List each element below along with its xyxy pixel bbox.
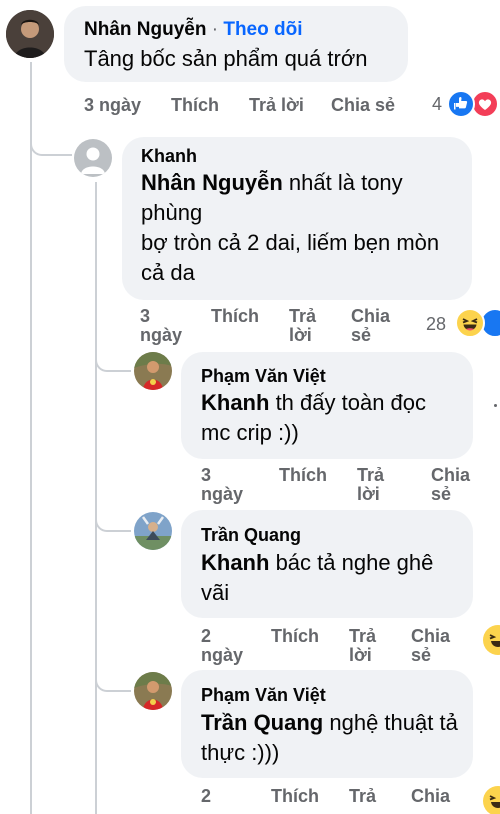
share-button[interactable]: Chia sẻ [351,307,390,345]
comment-bubble[interactable]: Phạm Văn Việt Trần Quang nghệ thuật tả t… [181,670,473,778]
comment-time[interactable]: 2 [201,787,211,805]
thread-line-replies [95,182,97,814]
reaction-count[interactable]: 28 [426,314,446,335]
comment-text: Trần Quang nghệ thuật tả thực :))) [201,710,458,765]
share-button[interactable]: Chia sẻ [411,627,450,665]
thread-elbow-khanh [30,120,72,156]
comment-time[interactable]: 3 ngày [201,466,243,504]
haha-reaction-icon [455,308,485,338]
thread-elbow-reply-3 [95,660,131,692]
thread-elbow-reply-1 [95,340,131,372]
comment-time[interactable]: 3 ngày [140,307,182,345]
comment-time[interactable]: 2 ngày [201,627,243,665]
comment-text: Tâng bốc sản phẩm quá trớn [84,46,368,71]
comment-author[interactable]: Phạm Văn Việt [201,683,326,707]
like-button[interactable]: Thích [271,627,319,645]
person-photo-icon [6,10,54,58]
comment-time[interactable]: 3 ngày [84,96,141,114]
reply-button[interactable]: Trả [349,787,376,805]
mention-link[interactable]: Nhân Nguyễn [141,170,283,195]
comment-text: Khanh th đấy toàn đọc mc crip :)) [201,390,427,445]
comment-author[interactable]: Nhân Nguyễn [84,19,206,40]
mention-link[interactable]: Khanh [201,550,269,575]
reply-button[interactable]: Trả lời [357,466,384,504]
mention-link[interactable]: Trần Quang [201,710,323,735]
love-reaction-icon [471,90,499,118]
haha-reaction-icon [483,625,500,655]
comment-author[interactable]: Phạm Văn Việt [201,364,326,388]
like-reaction-icon [447,90,475,118]
comment-author[interactable]: Trần Quang [201,523,301,547]
reply-button[interactable]: Trả lời [289,307,316,345]
comment-bubble[interactable]: Phạm Văn Việt Khanh th đấy toàn đọc mc c… [181,352,473,459]
avatar[interactable] [134,512,172,550]
avatar[interactable] [134,352,172,390]
share-button[interactable]: Chia sẻ [331,96,395,114]
haha-reaction-icon [483,786,500,814]
thread-elbow-reply-2 [95,500,131,532]
like-button[interactable]: Thích [171,96,219,114]
comment-bubble[interactable]: Trần Quang Khanh bác tả nghe ghê vãi [181,510,473,618]
like-button[interactable]: Thích [279,466,327,484]
reply-button[interactable]: Trả lời [349,627,376,665]
comment-bubble[interactable]: Khanh Nhân Nguyễn nhất là tony phùng bợ … [122,137,472,300]
comment-text: Khanh bác tả nghe ghê vãi [201,550,434,605]
separator-dot: · [206,19,224,40]
avatar[interactable] [134,672,172,710]
share-button[interactable]: Chia sẻ [431,466,470,504]
avatar[interactable] [6,10,54,58]
overflow-dot [494,404,497,407]
follow-link[interactable]: Theo dõi [223,19,302,40]
default-avatar-icon[interactable] [74,139,112,177]
reply-button[interactable]: Trả lời [249,96,304,114]
thread-line-main [30,62,32,814]
like-button[interactable]: Thích [211,307,259,325]
mention-link[interactable]: Khanh [201,390,269,415]
comment-bubble[interactable]: Nhân Nguyễn · Theo dõi Tâng bốc sản phẩm… [64,6,408,82]
reaction-count[interactable]: 4 [432,94,442,115]
like-button[interactable]: Thích [271,787,319,805]
comment-text: Nhân Nguyễn nhất là tony phùng bợ tròn c… [141,170,440,285]
comment-author[interactable]: Khanh [141,144,197,168]
share-button[interactable]: Chia [411,787,450,805]
